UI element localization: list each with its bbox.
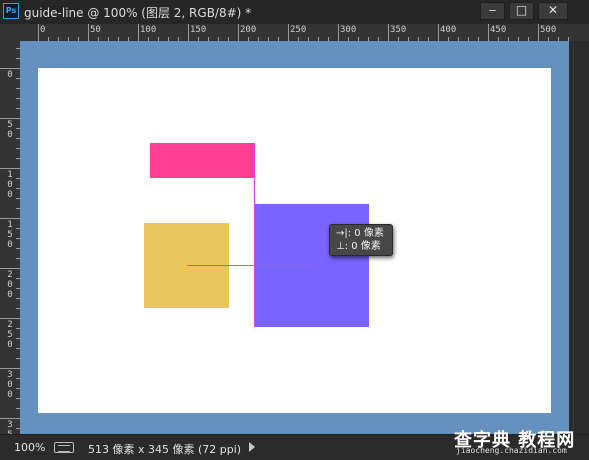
ruler-tick [238, 24, 239, 41]
ruler-tick [538, 24, 539, 41]
photoshop-app-icon: Ps [3, 3, 19, 19]
ruler-tick [38, 24, 39, 41]
proof-setup-icon[interactable] [54, 442, 74, 453]
ruler-tick [0, 218, 20, 219]
ruler-origin[interactable] [0, 24, 20, 41]
vertical-scrollbar[interactable] [569, 41, 589, 434]
ruler-tick [388, 24, 389, 41]
ruler-tick [0, 368, 20, 369]
pink-rectangle[interactable] [150, 143, 255, 178]
ruler-label: 250 [7, 320, 13, 350]
ruler-tick [0, 418, 20, 419]
smart-guide-horizontal [187, 265, 313, 266]
ruler-label: 100 [7, 170, 13, 200]
ruler-tick [188, 24, 189, 41]
document-tab-title[interactable]: guide-line @ 100% (图层 2, RGB/8#) * [24, 4, 251, 21]
ruler-label: 0 [40, 25, 46, 35]
site-watermark: 查字典 教程网 jiaocheng.chazidian.com [452, 424, 582, 458]
ruler-tick [0, 68, 20, 69]
ruler-tick [0, 268, 20, 269]
ruler-label: 0 [7, 70, 13, 80]
vertical-ruler[interactable]: 0 50 100 150 200 250 300 350 [0, 41, 20, 434]
ruler-label: 150 [190, 25, 207, 35]
ruler-tick [0, 318, 20, 319]
watermark-url: jiaocheng.chazidian.com [456, 446, 567, 455]
tooltip-vertical-offset: ⊥: 0 像素 [336, 241, 381, 252]
ruler-tick [338, 24, 339, 41]
ruler-label: 500 [540, 25, 557, 35]
ruler-label: 150 [7, 220, 13, 250]
close-button[interactable]: ✕ [538, 2, 568, 20]
ruler-label: 350 [390, 25, 407, 35]
ruler-label: 50 [7, 120, 13, 140]
ruler-label: 350 [7, 420, 13, 434]
smart-guide-vertical [254, 143, 255, 327]
zoom-level-field[interactable]: 100% [14, 441, 45, 454]
ruler-tick [288, 24, 289, 41]
horizontal-ruler[interactable]: 0 50 100 150 200 250 300 350 400 450 500 [20, 24, 589, 41]
close-icon: ✕ [547, 3, 559, 17]
ruler-tick [138, 24, 139, 41]
smart-guide-tooltip: →|: 0 像素 ⊥: 0 像素 [329, 224, 393, 256]
maximize-icon: □ [515, 3, 528, 17]
ruler-label: 300 [7, 370, 13, 400]
minimize-icon: ‒ [488, 3, 497, 17]
ruler-tick [488, 24, 489, 41]
ruler-label: 200 [7, 270, 13, 300]
ruler-label: 200 [240, 25, 257, 35]
ruler-label: 400 [440, 25, 457, 35]
ruler-tick [0, 118, 20, 119]
minimize-button[interactable]: ‒ [480, 2, 505, 20]
status-menu-arrow-icon[interactable] [249, 442, 255, 452]
ruler-label: 100 [140, 25, 157, 35]
tooltip-horizontal-offset: →|: 0 像素 [336, 228, 384, 239]
maximize-button[interactable]: □ [509, 2, 534, 20]
ruler-tick [438, 24, 439, 41]
ruler-tick [0, 168, 20, 169]
document-dimensions: 513 像素 x 345 像素 (72 ppi) [88, 443, 242, 456]
ruler-label: 50 [90, 25, 101, 35]
title-bar: Ps guide-line @ 100% (图层 2, RGB/8#) * ‒ … [0, 0, 589, 24]
ruler-label: 450 [490, 25, 507, 35]
ruler-tick [88, 24, 89, 41]
ruler-label: 250 [290, 25, 307, 35]
ruler-label: 300 [340, 25, 357, 35]
